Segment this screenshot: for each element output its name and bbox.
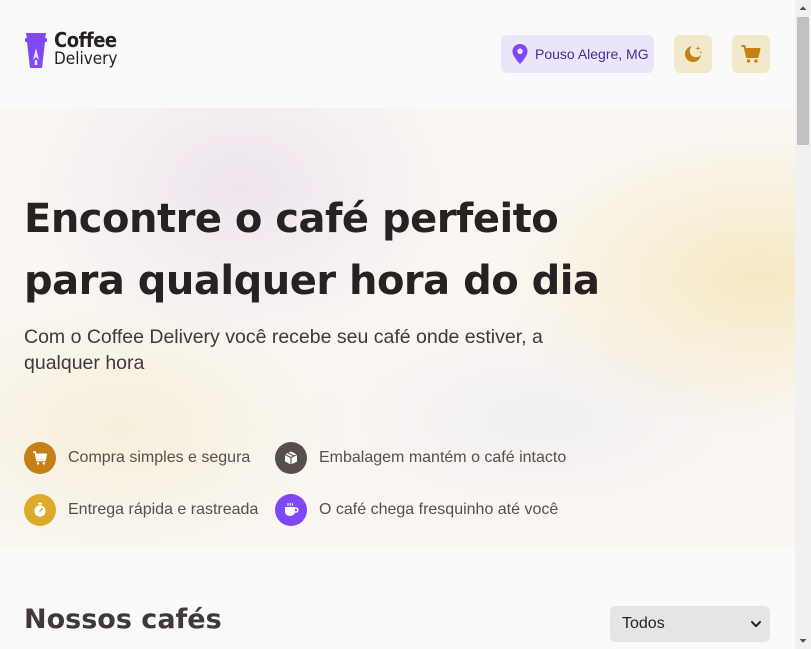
feature-item: Entrega rápida e rastreada [24,494,258,526]
chevron-down-icon [751,621,761,628]
coffee-icon [285,502,299,516]
scroll-down-arrow-icon[interactable] [795,633,811,649]
timer-icon [34,502,46,517]
page-viewport: Coffee Delivery Pouso Alegre, MG Encontr… [0,0,795,649]
scrollbar-thumb[interactable] [797,17,809,145]
feature-text: Compra simples e segura [68,449,251,466]
package-icon [284,451,298,465]
feature-item: Embalagem mantém o café intacto [275,442,566,474]
filter-selected-value: Todos [622,615,665,632]
vertical-scrollbar[interactable] [795,0,811,649]
map-pin-icon [512,44,528,64]
feature-icon-badge [275,442,307,474]
coffee-cup-logo-icon [25,33,47,68]
feature-item: Compra simples e segura [24,442,250,474]
hero-subtitle: Com o Coffee Delivery você recebe seu ca… [24,326,543,374]
location-label: Pouso Alegre, MG [535,46,649,62]
feature-icon-badge [24,442,56,474]
logo-subtitle: Delivery [54,49,118,69]
moon-stars-icon [685,46,703,62]
feature-item: O café chega fresquinho até você [275,494,558,526]
header: Coffee Delivery Pouso Alegre, MG [0,0,795,108]
hero-title-line-2: para qualquer hora do dia [24,258,600,304]
logo[interactable]: Coffee Delivery [24,30,117,70]
coffee-filter-select[interactable]: Todos [610,606,770,642]
location-button[interactable]: Pouso Alegre, MG [501,35,654,73]
feature-text: Entrega rápida e rastreada [68,501,259,518]
scroll-up-arrow-icon[interactable] [795,0,811,16]
logo-title: Coffee [54,28,117,52]
hero-title-line-1: Encontre o café perfeito [24,196,559,242]
feature-text: O café chega fresquinho até você [319,501,559,518]
shopping-cart-icon [741,45,761,63]
theme-toggle-button[interactable] [674,35,712,73]
hero-section: Encontre o café perfeito para qualquer h… [0,108,795,548]
cart-button[interactable] [732,35,770,73]
hero-title: Encontre o café perfeito para qualquer h… [24,188,624,312]
catalog-title: Nossos cafés [24,604,222,635]
shopping-cart-icon [33,451,48,465]
feature-icon-badge [24,494,56,526]
feature-text: Embalagem mantém o café intacto [319,449,567,466]
feature-icon-badge [275,494,307,526]
